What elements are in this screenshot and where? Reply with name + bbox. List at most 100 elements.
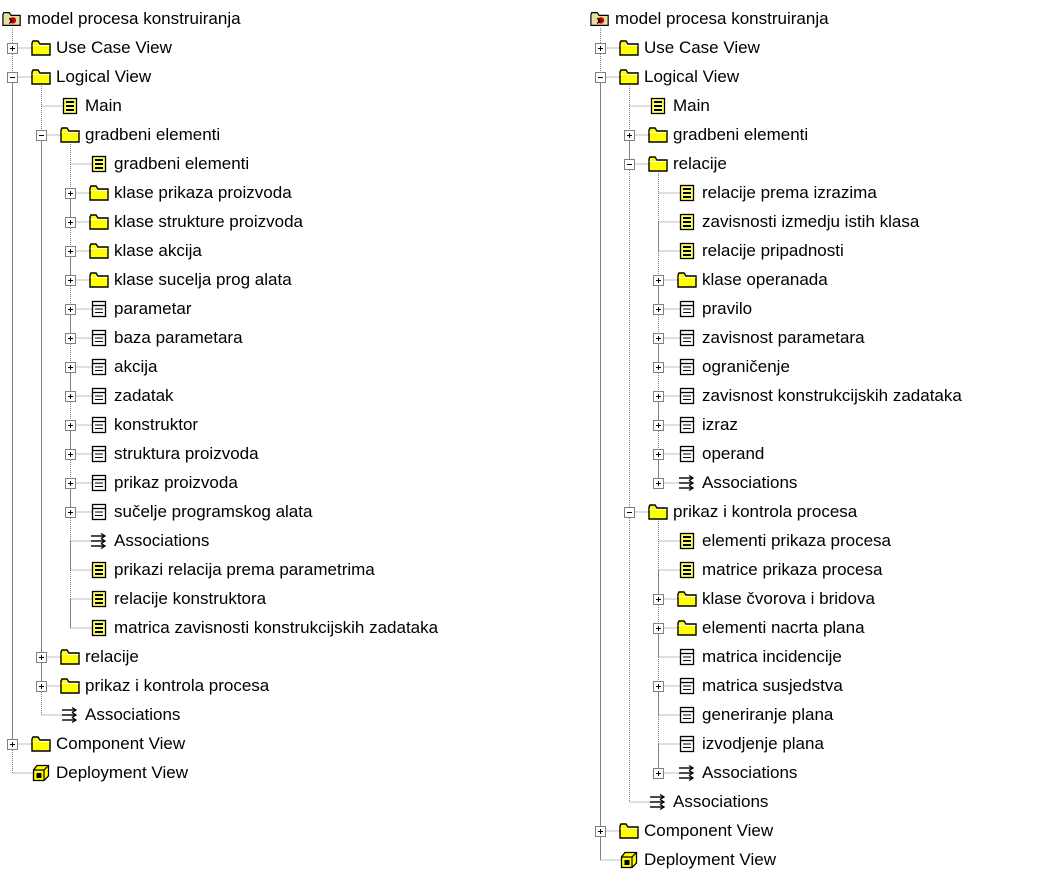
tree-item-struktura-proizvoda[interactable]: struktura proizvoda — [89, 439, 259, 468]
expand-icon[interactable] — [65, 216, 76, 228]
tree-item-baza-parametara[interactable]: baza parametara — [89, 323, 243, 352]
collapse-icon[interactable] — [624, 506, 635, 518]
tree-item-zavisnosti-izmedju-istih-klasa[interactable]: zavisnosti izmedju istih klasa — [677, 207, 919, 236]
expand-icon[interactable] — [653, 419, 664, 431]
class-icon — [677, 676, 697, 696]
tree-item-relacije-pripadnosti[interactable]: relacije pripadnosti — [677, 236, 844, 265]
tree-item-label: matrica susjedstva — [702, 676, 843, 695]
tree-item-deployment-view[interactable]: Deployment View — [31, 758, 188, 787]
tree-item-zadatak[interactable]: zadatak — [89, 381, 174, 410]
tree-item-matrica-incidencije[interactable]: matrica incidencije — [677, 642, 842, 671]
tree-item-zavisnost-konstrukcijskih-zadataka[interactable]: zavisnost konstrukcijskih zadataka — [677, 381, 962, 410]
tree-item-label: model procesa konstruiranja — [27, 9, 241, 28]
tree-item-associations[interactable]: Associations — [677, 758, 797, 787]
expand-icon[interactable] — [595, 42, 606, 54]
expand-icon[interactable] — [653, 361, 664, 373]
tree-item-elementi-nacrta-plana[interactable]: elementi nacrta plana — [677, 613, 865, 642]
tree-item-gradbeni-elementi[interactable]: gradbeni elementi — [60, 120, 220, 149]
expand-icon[interactable] — [65, 448, 76, 460]
expand-icon[interactable] — [65, 477, 76, 489]
tree-item-gradbeni-elementi[interactable]: gradbeni elementi — [89, 149, 249, 178]
tree-item-akcija[interactable]: akcija — [89, 352, 157, 381]
tree-item-prikazi-relacija-prema-parametrima[interactable]: prikazi relacija prema parametrima — [89, 555, 375, 584]
tree-item-zavisnost-parametara[interactable]: zavisnost parametara — [677, 323, 865, 352]
tree-item-associations[interactable]: Associations — [648, 787, 768, 816]
tree-item-prikaz-i-kontrola-procesa[interactable]: prikaz i kontrola procesa — [648, 497, 857, 526]
tree-item-deployment-view[interactable]: Deployment View — [619, 845, 776, 874]
expand-icon[interactable] — [653, 448, 664, 460]
collapse-icon[interactable] — [36, 129, 47, 141]
tree-item-relacije-konstruktora[interactable]: relacije konstruktora — [89, 584, 266, 613]
tree-item-klase-strukture-proizvoda[interactable]: klase strukture proizvoda — [89, 207, 303, 236]
expand-icon[interactable] — [653, 274, 664, 286]
tree-item-prikaz-proizvoda[interactable]: prikaz proizvoda — [89, 468, 238, 497]
tree-item-associations[interactable]: Associations — [677, 468, 797, 497]
expand-icon[interactable] — [653, 767, 664, 779]
tree-item-logical-view[interactable]: Logical View — [31, 62, 151, 91]
expand-icon[interactable] — [7, 42, 18, 54]
tree-item-component-view[interactable]: Component View — [619, 816, 773, 845]
tree-item-klase-prikaza-proizvoda[interactable]: klase prikaza proizvoda — [89, 178, 292, 207]
expand-icon[interactable] — [65, 303, 76, 315]
tree-item-prikaz-i-kontrola-procesa[interactable]: prikaz i kontrola procesa — [60, 671, 269, 700]
tree-item-label: konstruktor — [114, 415, 199, 434]
expand-icon[interactable] — [624, 129, 635, 141]
tree-item-klase-akcija[interactable]: klase akcija — [89, 236, 202, 265]
tree-item-use-case-view[interactable]: Use Case View — [619, 33, 760, 62]
diagram-icon — [677, 241, 697, 261]
tree-item-main[interactable]: Main — [60, 91, 122, 120]
tree-item-main[interactable]: Main — [648, 91, 710, 120]
tree-item-sucelje-programskog-alata[interactable]: sučelje programskog alata — [89, 497, 312, 526]
expand-icon[interactable] — [653, 622, 664, 634]
expand-icon[interactable] — [653, 593, 664, 605]
tree-item-ogranicenje[interactable]: ograničenje — [677, 352, 790, 381]
tree-item-matrica-susjedstva[interactable]: matrica susjedstva — [677, 671, 843, 700]
expand-icon[interactable] — [65, 419, 76, 431]
expand-icon[interactable] — [36, 680, 47, 692]
tree-item-matrica-zavisnosti-konstrukcijskih-zadataka[interactable]: matrica zavisnosti konstrukcijskih zadat… — [89, 613, 438, 642]
expand-icon[interactable] — [65, 332, 76, 344]
expand-icon[interactable] — [65, 390, 76, 402]
expand-icon[interactable] — [653, 680, 664, 692]
tree-item-relacije[interactable]: relacije — [648, 149, 727, 178]
tree-item-model-procesa-konstruiranja[interactable]: model procesa konstruiranja — [2, 4, 241, 33]
expand-icon[interactable] — [65, 245, 76, 257]
class-icon — [677, 386, 697, 406]
tree-item-klase-sucelja-prog-alata[interactable]: klase sucelja prog alata — [89, 265, 292, 294]
expand-icon[interactable] — [65, 187, 76, 199]
tree-item-associations[interactable]: Associations — [60, 700, 180, 729]
tree-item-generiranje-plana[interactable]: generiranje plana — [677, 700, 833, 729]
tree-item-operand[interactable]: operand — [677, 439, 764, 468]
expand-icon[interactable] — [595, 825, 606, 837]
expand-icon[interactable] — [7, 738, 18, 750]
tree-item-klase-operanada[interactable]: klase operanada — [677, 265, 828, 294]
expand-icon[interactable] — [653, 390, 664, 402]
tree-item-parametar[interactable]: parametar — [89, 294, 191, 323]
expand-icon[interactable] — [65, 274, 76, 286]
tree-item-klase-cvorova-i-bridova[interactable]: klase čvorova i bridova — [677, 584, 875, 613]
tree-item-model-procesa-konstruiranja[interactable]: model procesa konstruiranja — [590, 4, 829, 33]
expand-icon[interactable] — [65, 506, 76, 518]
tree-item-relacije-prema-izrazima[interactable]: relacije prema izrazima — [677, 178, 877, 207]
expand-icon[interactable] — [653, 477, 664, 489]
tree-item-logical-view[interactable]: Logical View — [619, 62, 739, 91]
tree-item-konstruktor[interactable]: konstruktor — [89, 410, 198, 439]
expand-icon[interactable] — [653, 303, 664, 315]
tree-item-label: pravilo — [702, 299, 753, 318]
tree-item-relacije[interactable]: relacije — [60, 642, 139, 671]
tree-item-component-view[interactable]: Component View — [31, 729, 185, 758]
collapse-icon[interactable] — [7, 71, 18, 83]
tree-item-gradbeni-elementi[interactable]: gradbeni elementi — [648, 120, 808, 149]
collapse-icon[interactable] — [624, 158, 635, 170]
tree-item-izraz[interactable]: izraz — [677, 410, 738, 439]
expand-icon[interactable] — [653, 332, 664, 344]
collapse-icon[interactable] — [595, 71, 606, 83]
expand-icon[interactable] — [36, 651, 47, 663]
tree-item-matrice-prikaza-procesa[interactable]: matrice prikaza procesa — [677, 555, 882, 584]
tree-item-izvodjenje-plana[interactable]: izvodjenje plana — [677, 729, 824, 758]
tree-item-use-case-view[interactable]: Use Case View — [31, 33, 172, 62]
tree-item-associations[interactable]: Associations — [89, 526, 209, 555]
tree-item-elementi-prikaza-procesa[interactable]: elementi prikaza procesa — [677, 526, 891, 555]
tree-item-pravilo[interactable]: pravilo — [677, 294, 752, 323]
expand-icon[interactable] — [65, 361, 76, 373]
